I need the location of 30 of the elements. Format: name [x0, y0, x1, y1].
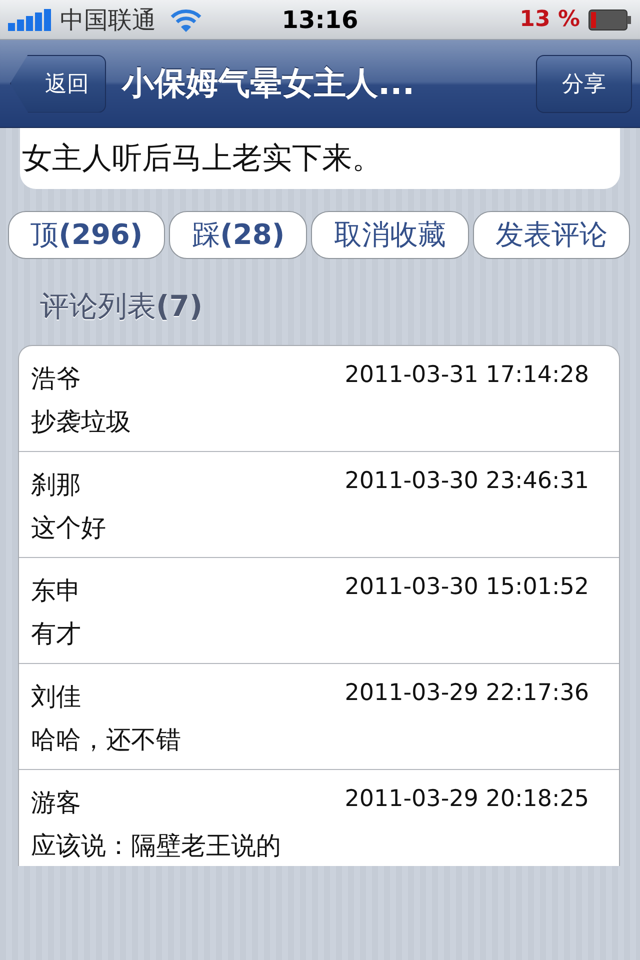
- signal-icon: [8, 8, 52, 30]
- comment-time: 2011-03-29 20:18:25: [344, 786, 589, 814]
- comment-text: 应该说：隔壁老王说的: [31, 830, 281, 862]
- action-button[interactable]: 顶(296): [8, 211, 166, 259]
- action-button[interactable]: 发表评论: [472, 211, 630, 259]
- comment-time: 2011-03-29 22:17:36: [344, 680, 589, 708]
- comment-time: 2011-03-30 23:46:31: [344, 468, 589, 496]
- comment-time: 2011-03-31 17:14:28: [344, 362, 589, 390]
- comment-author: 东申: [31, 575, 81, 607]
- comment-author: 刘佳: [31, 681, 81, 713]
- battery-icon: [588, 8, 632, 30]
- action-button[interactable]: 踩(28): [169, 211, 308, 259]
- comment-time: 2011-03-30 15:01:52: [344, 574, 589, 602]
- wifi-icon: [170, 8, 202, 32]
- carrier-name: 中国联通: [60, 4, 156, 36]
- share-button[interactable]: 分享: [536, 54, 632, 112]
- comment-text: 抄袭垃圾: [31, 406, 131, 438]
- comment-author: 游客: [31, 787, 81, 819]
- battery-percent: 13 %: [520, 7, 580, 32]
- comment-author: 浩爷: [31, 363, 81, 395]
- comment-text: 这个好: [31, 512, 106, 544]
- action-button[interactable]: 取消收藏: [311, 211, 469, 259]
- back-button[interactable]: 返回: [10, 54, 106, 112]
- comments-heading: 评论列表(7): [40, 288, 204, 325]
- comment-text: 哈哈，还不错: [31, 724, 181, 756]
- comment-text: 有才: [31, 618, 81, 650]
- page-title: 小保姆气晕女主人...: [122, 62, 416, 104]
- comment-author: 刹那: [31, 469, 81, 501]
- clock: 13:16: [280, 6, 360, 34]
- article-text: 女主人听后马上老实下来。: [22, 140, 383, 178]
